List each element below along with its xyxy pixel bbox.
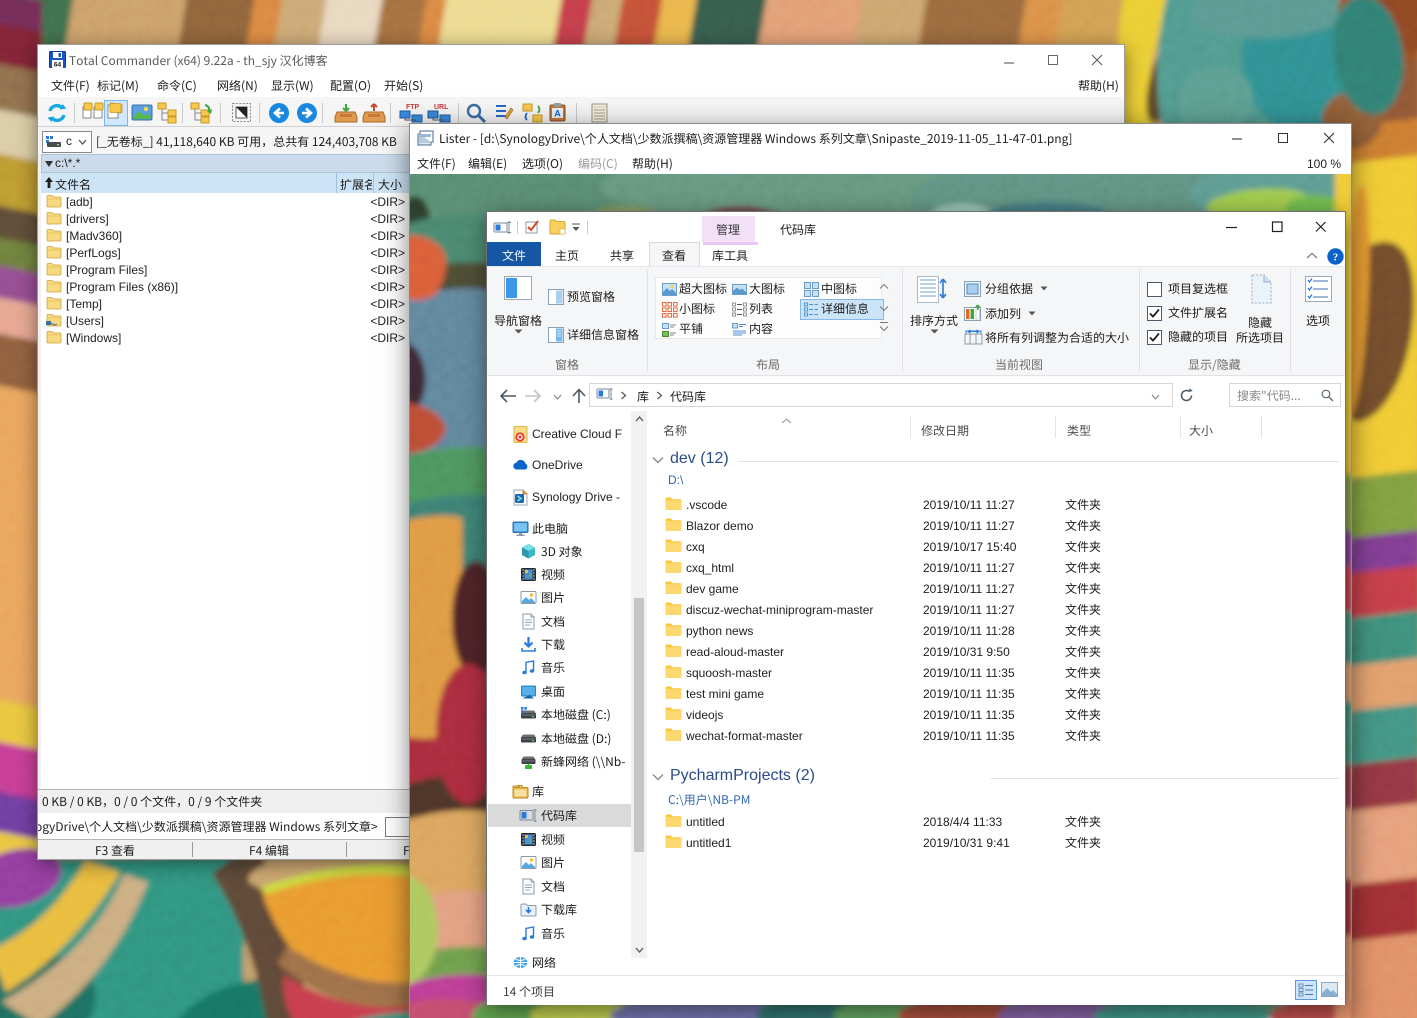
svg-text:FTP: FTP <box>406 104 420 111</box>
svg-text:URL: URL <box>434 104 449 111</box>
svg-text:?: ? <box>1333 252 1339 264</box>
svg-text:A: A <box>554 109 561 119</box>
svg-text:64: 64 <box>54 62 62 69</box>
